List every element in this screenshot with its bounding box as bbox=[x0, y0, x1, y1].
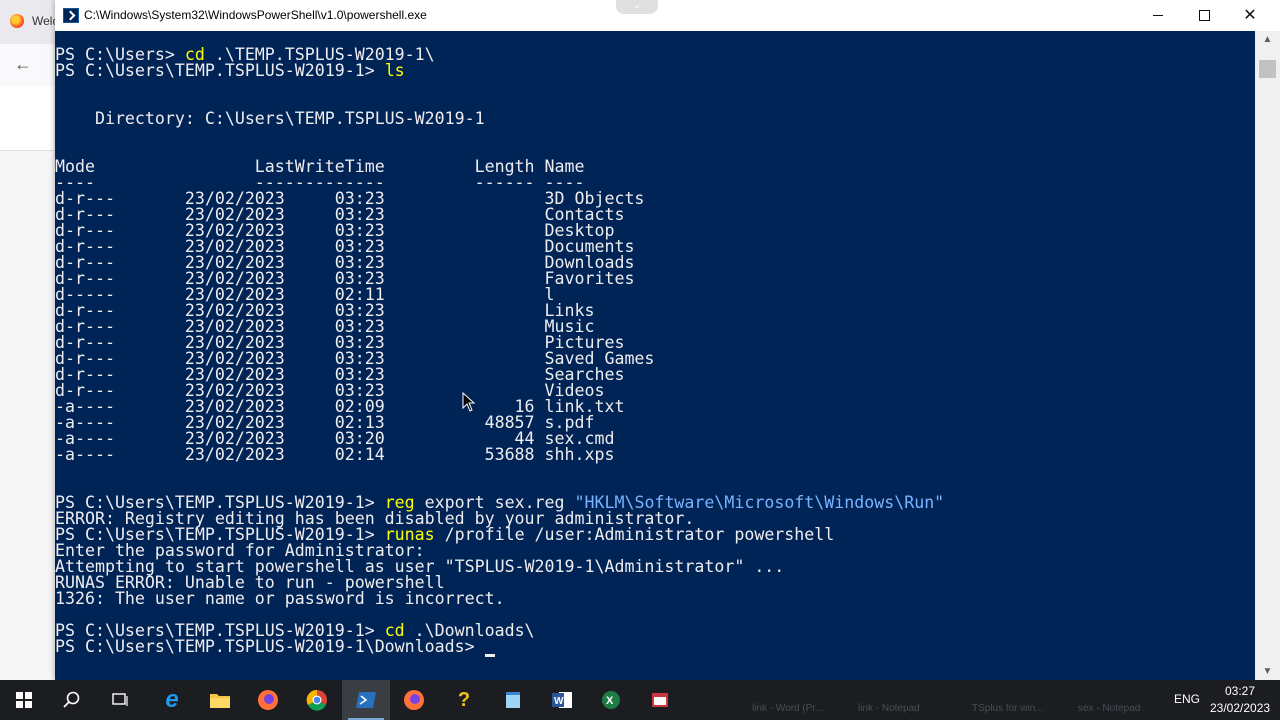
clock-time: 03:27 bbox=[1224, 684, 1256, 698]
browser-page-area bbox=[0, 86, 54, 151]
mouse-pointer-icon bbox=[462, 391, 476, 412]
maximize-button[interactable] bbox=[1181, 0, 1227, 31]
console-command: ls bbox=[384, 61, 405, 80]
chevron-down-icon[interactable]: ⌄ bbox=[616, 0, 658, 14]
notepad-button[interactable] bbox=[489, 680, 537, 720]
task-view-icon bbox=[96, 680, 144, 720]
scroll-thumb[interactable] bbox=[1259, 60, 1276, 78]
help-icon: ? bbox=[457, 689, 471, 711]
title-bar[interactable]: C:\Windows\System32\WindowsPowerShell\v1… bbox=[55, 0, 1280, 31]
folder-icon bbox=[196, 680, 244, 720]
taskbar-ghost-label: TSplus for win... bbox=[972, 703, 1044, 714]
windows-logo-icon bbox=[0, 680, 48, 720]
console-lines: PS C:\Users> cd .\TEMP.TSPLUS-W2019-1\ PS… bbox=[55, 31, 944, 657]
search-icon bbox=[48, 680, 96, 720]
firefox-2-button[interactable] bbox=[390, 680, 438, 720]
search-button[interactable] bbox=[48, 680, 96, 720]
taskbar-ghost-label: link - Notepad bbox=[858, 703, 920, 714]
taskbar-ghost-label: link - Word (Pr... bbox=[752, 703, 824, 714]
vertical-scrollbar[interactable]: ▲ ▼ bbox=[1255, 31, 1280, 680]
taskbar-ghost-label: sex - Notepad bbox=[1078, 703, 1141, 714]
close-icon: ✕ bbox=[1243, 7, 1257, 24]
app-button[interactable] bbox=[636, 680, 684, 720]
console-text: -a---- 23/02/2023 02:14 53688 shh.xps bbox=[55, 445, 615, 464]
powershell-icon bbox=[342, 680, 390, 720]
word-icon: W bbox=[538, 680, 586, 720]
internet-explorer-icon: e bbox=[165, 686, 179, 713]
arrow-left-icon[interactable]: ← bbox=[14, 54, 32, 75]
console-line: PS C:\Users\TEMP.TSPLUS-W2019-1> ls bbox=[55, 61, 944, 80]
word-button[interactable]: W bbox=[538, 680, 586, 720]
close-button[interactable]: ✕ bbox=[1227, 0, 1273, 31]
powershell-window: C:\Windows\System32\WindowsPowerShell\v1… bbox=[55, 0, 1280, 680]
powershell-icon bbox=[63, 8, 79, 23]
text-cursor bbox=[484, 654, 495, 657]
console-prompt: PS C:\Users\TEMP.TSPLUS-W2019-1\Download… bbox=[55, 637, 485, 656]
firefox-button[interactable] bbox=[244, 680, 292, 720]
chrome-button[interactable] bbox=[293, 680, 341, 720]
start-button[interactable] bbox=[0, 680, 48, 720]
clock-date: 23/02/2023 bbox=[1210, 701, 1271, 715]
minimize-icon bbox=[1153, 15, 1163, 16]
app-icon bbox=[636, 680, 684, 720]
console-line: PS C:\Users\TEMP.TSPLUS-W2019-1\Download… bbox=[55, 637, 944, 657]
firefox-icon bbox=[244, 680, 292, 720]
chrome-icon bbox=[293, 680, 341, 720]
browser-nav-bar: ← bbox=[0, 44, 54, 87]
language-indicator[interactable]: ENG bbox=[1174, 692, 1200, 706]
console-line: 1326: The user name or password is incor… bbox=[55, 589, 944, 608]
edge-button[interactable]: e bbox=[148, 680, 196, 720]
browser-tab[interactable]: Welc bbox=[0, 0, 60, 44]
console-output[interactable]: PS C:\Users> cd .\TEMP.TSPLUS-W2019-1\ PS… bbox=[55, 31, 1255, 680]
firefox-icon bbox=[10, 14, 24, 28]
svg-text:X: X bbox=[606, 695, 614, 707]
console-text: 1326: The user name or password is incor… bbox=[55, 589, 505, 608]
window-title: C:\Windows\System32\WindowsPowerShell\v1… bbox=[84, 8, 427, 22]
scroll-up-icon[interactable]: ▲ bbox=[1255, 31, 1280, 48]
console-text: Directory: C:\Users\TEMP.TSPLUS-W2019-1 bbox=[55, 109, 485, 128]
excel-icon: X bbox=[587, 680, 635, 720]
clock[interactable]: 03:27 23/02/2023 bbox=[1210, 683, 1270, 717]
taskbar: e? W X bbox=[0, 680, 1280, 720]
help-button[interactable]: ? bbox=[440, 680, 488, 720]
file-explorer-button[interactable] bbox=[196, 680, 244, 720]
task-view-button[interactable] bbox=[96, 680, 144, 720]
console-line: Directory: C:\Users\TEMP.TSPLUS-W2019-1 bbox=[55, 109, 944, 128]
notepad-icon bbox=[489, 680, 537, 720]
console-prompt: PS C:\Users\TEMP.TSPLUS-W2019-1> bbox=[55, 61, 385, 80]
console-line: -a---- 23/02/2023 02:14 53688 shh.xps bbox=[55, 445, 944, 464]
powershell-button[interactable] bbox=[342, 680, 390, 720]
excel-button[interactable]: X bbox=[587, 680, 635, 720]
maximize-icon bbox=[1199, 10, 1210, 21]
minimize-button[interactable] bbox=[1135, 0, 1181, 31]
firefox-icon bbox=[390, 680, 438, 720]
svg-text:W: W bbox=[554, 696, 564, 707]
scroll-down-icon[interactable]: ▼ bbox=[1255, 663, 1280, 680]
console-text: /profile /user:Administrator powershell bbox=[434, 525, 835, 544]
